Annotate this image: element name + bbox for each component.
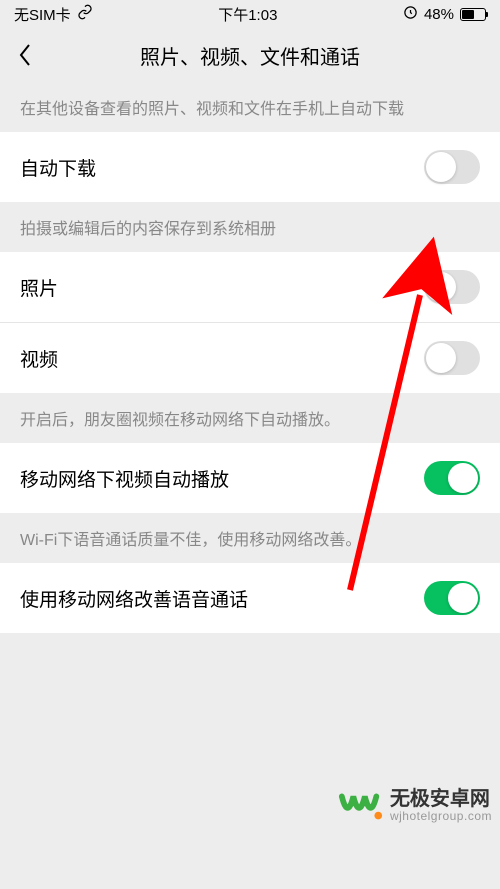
watermark: 无极安卓网 wjhotelgroup.com <box>338 783 492 829</box>
link-icon <box>77 4 93 24</box>
nav-bar: 照片、视频、文件和通话 <box>0 28 500 82</box>
photo-switch[interactable] <box>424 270 480 304</box>
carrier-text: 无SIM卡 <box>14 4 71 25</box>
section3-desc: 开启后，朋友圈视频在移动网络下自动播放。 <box>0 393 500 443</box>
status-time: 下午1:03 <box>218 4 277 25</box>
auto-download-switch[interactable] <box>424 150 480 184</box>
battery-icon <box>460 8 486 21</box>
rotation-lock-icon <box>403 5 418 24</box>
page-title: 照片、视频、文件和通话 <box>0 41 500 70</box>
autoplay-switch[interactable] <box>424 461 480 495</box>
photo-label: 照片 <box>20 274 58 301</box>
photo-cell[interactable]: 照片 <box>0 252 500 322</box>
section4-desc: Wi-Fi下语音通话质量不佳，使用移动网络改善。 <box>0 513 500 563</box>
improve-voice-switch[interactable] <box>424 581 480 615</box>
battery-pct: 48% <box>424 6 454 23</box>
status-bar: 无SIM卡 下午1:03 48% <box>0 0 500 28</box>
watermark-logo-icon <box>338 783 384 829</box>
video-label: 视频 <box>20 345 58 372</box>
improve-voice-cell[interactable]: 使用移动网络改善语音通话 <box>0 563 500 633</box>
auto-download-label: 自动下载 <box>20 154 96 181</box>
video-switch[interactable] <box>424 341 480 375</box>
video-cell[interactable]: 视频 <box>0 322 500 393</box>
section2-desc: 拍摄或编辑后的内容保存到系统相册 <box>0 202 500 252</box>
autoplay-cell[interactable]: 移动网络下视频自动播放 <box>0 443 500 513</box>
autoplay-label: 移动网络下视频自动播放 <box>20 465 229 492</box>
status-left: 无SIM卡 <box>14 4 93 25</box>
status-right: 48% <box>403 5 486 24</box>
section1-desc: 在其他设备查看的照片、视频和文件在手机上自动下载 <box>0 82 500 132</box>
watermark-title: 无极安卓网 <box>390 788 492 810</box>
watermark-sub: wjhotelgroup.com <box>390 810 492 823</box>
auto-download-cell[interactable]: 自动下载 <box>0 132 500 202</box>
back-button[interactable] <box>0 28 50 82</box>
improve-voice-label: 使用移动网络改善语音通话 <box>20 585 248 612</box>
chevron-left-icon <box>18 43 32 67</box>
